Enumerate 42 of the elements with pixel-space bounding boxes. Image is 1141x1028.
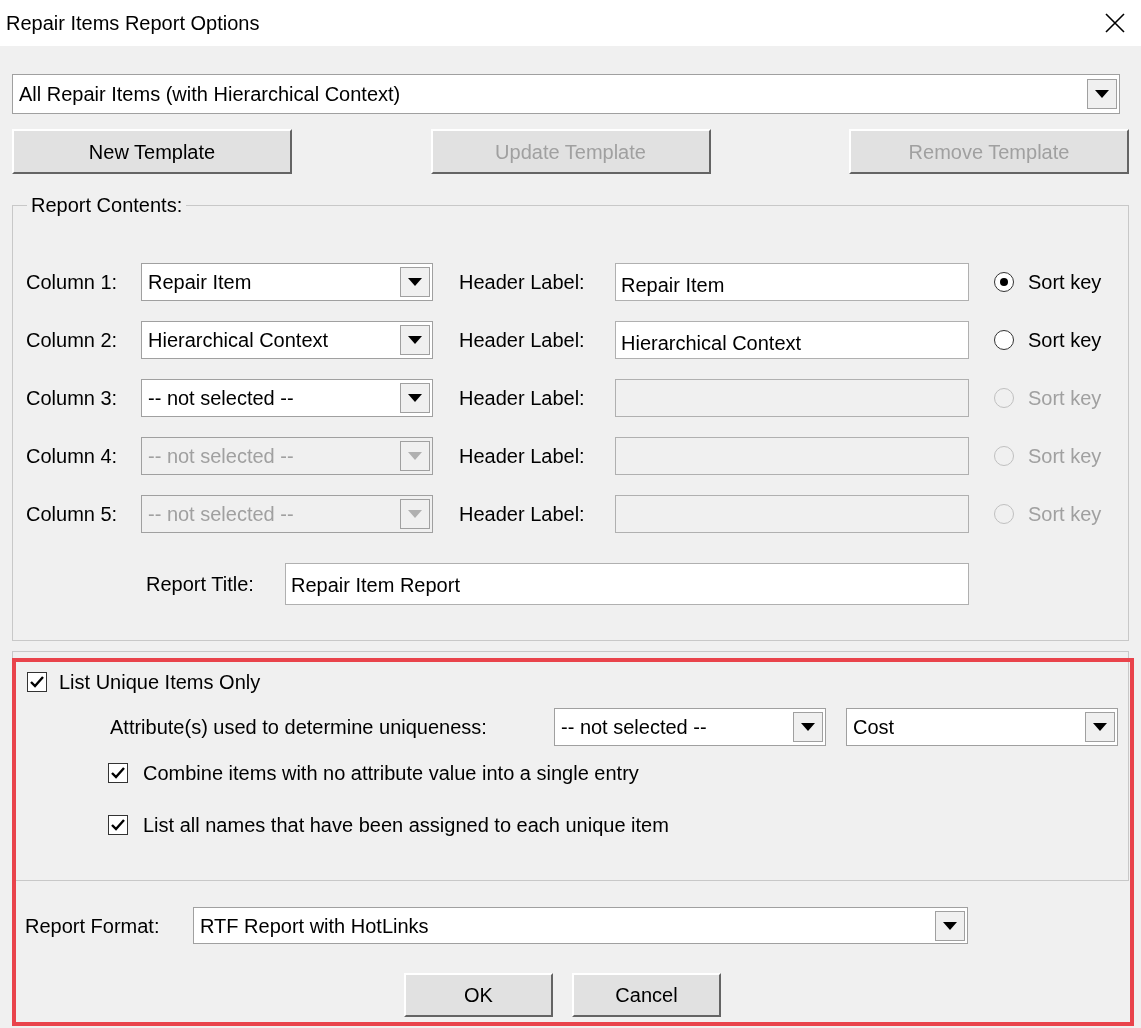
column-label: Column 2: bbox=[26, 328, 119, 353]
checkbox-label: List Unique Items Only bbox=[59, 670, 261, 695]
field-label: Report Format: bbox=[25, 913, 161, 939]
field-label: Header Label: bbox=[459, 270, 586, 295]
report-title-field[interactable]: Repair Item Report bbox=[285, 563, 969, 605]
header-label-field[interactable]: Hierarchical Context bbox=[615, 321, 969, 359]
dropdown[interactable]: RTF Report with HotLinks bbox=[193, 907, 968, 944]
radio-button[interactable] bbox=[994, 330, 1014, 350]
checkbox-label: Combine items with no attribute value into a single entry bbox=[143, 761, 639, 786]
radio-label: Sort key bbox=[1028, 386, 1102, 411]
dialog-button[interactable]: OK bbox=[404, 973, 553, 1017]
radio-label: Sort key bbox=[1028, 328, 1102, 353]
dropdown[interactable]: -- not selected -- bbox=[554, 708, 826, 746]
column-label: Column 5: bbox=[26, 502, 119, 527]
checkbox-label: List all names that have been assigned to each unique item bbox=[143, 813, 669, 838]
radio-label: Sort key bbox=[1028, 502, 1102, 527]
checkbox[interactable] bbox=[27, 672, 47, 692]
field-label: Header Label: bbox=[459, 502, 586, 527]
dropdown[interactable]: Cost bbox=[846, 708, 1118, 746]
template-button[interactable]: New Template bbox=[12, 129, 292, 174]
window-title: Repair Items Report Options bbox=[6, 11, 260, 36]
field-label: Attribute(s) used to determine uniqueness: bbox=[110, 715, 488, 740]
column-label: Column 1: bbox=[26, 270, 119, 295]
field-label: Header Label: bbox=[459, 444, 586, 469]
radio-label: Sort key bbox=[1028, 270, 1102, 295]
close-icon[interactable] bbox=[1105, 13, 1125, 33]
radio-label: Sort key bbox=[1028, 444, 1102, 469]
column-label: Column 3: bbox=[26, 386, 119, 411]
checkbox[interactable] bbox=[108, 815, 128, 835]
dropdown[interactable]: All Repair Items (with Hierarchical Context) bbox=[12, 74, 1120, 114]
checkbox[interactable] bbox=[108, 763, 128, 783]
radio-button[interactable] bbox=[994, 388, 1014, 408]
field-label: Header Label: bbox=[459, 328, 586, 353]
field-label: Report Title: bbox=[146, 572, 255, 597]
dropdown[interactable]: -- not selected -- bbox=[141, 379, 433, 417]
header-label-field[interactable]: Repair Item bbox=[615, 263, 969, 301]
column-label: Column 4: bbox=[26, 444, 119, 469]
dialog-button[interactable]: Cancel bbox=[572, 973, 721, 1017]
dropdown[interactable]: Hierarchical Context bbox=[141, 321, 433, 359]
dropdown[interactable]: Repair Item bbox=[141, 263, 433, 301]
radio-button[interactable] bbox=[994, 272, 1014, 292]
field-label: Header Label: bbox=[459, 386, 586, 411]
